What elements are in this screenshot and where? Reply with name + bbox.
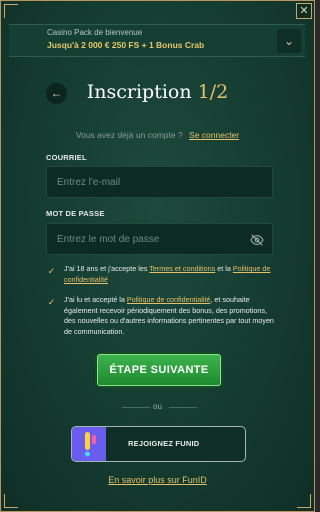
close-icon[interactable]: ✕ [296,3,312,19]
password-field-wrapper [46,223,273,255]
eye-slash-icon[interactable] [250,233,264,247]
next-step-button[interactable]: ÉTAPE SUIVANTE [97,354,221,386]
funid-button-label: REJOIGNEZ FUNID [128,439,200,448]
chevron-down-icon[interactable]: ⌄ [277,29,301,53]
email-label: COURRIEL [46,153,87,162]
marketing-consent-row: ✓ J'ai lu et accepté la Politique de con… [46,295,276,337]
signup-modal: ✕ Casino Pack de bienvenue Jusqu'à 2 000… [0,0,315,512]
password-field[interactable] [47,224,272,254]
login-prompt-row: Vous avez déjà un compte ? Se connecter [1,130,314,140]
funid-logo-icon [72,427,106,461]
or-separator: ou [153,402,162,411]
terms-link[interactable]: Termes et conditions [149,264,215,273]
bonus-subtitle: Casino Pack de bienvenue [47,28,143,37]
funid-learn-more-link[interactable]: En savoir plus sur FunID [1,475,314,485]
join-funid-button[interactable]: REJOIGNEZ FUNID [71,426,246,462]
title-main: Inscription [86,81,192,103]
password-label: MOT DE PASSE [46,209,105,218]
marketing-checkbox[interactable]: ✓ [46,297,57,308]
corner-ornament [4,494,18,508]
title-step: 1/2 [197,81,229,103]
terms-consent-row: ✓ J'ai 18 ans et j'accepte les Termes et… [46,264,276,285]
terms-text-before: J'ai 18 ans et j'accepte les [64,264,148,273]
email-field-wrapper [46,166,273,198]
terms-consent-text: J'ai 18 ans et j'accepte les Termes et c… [64,264,276,285]
corner-ornament [4,4,18,18]
terms-checkbox[interactable]: ✓ [46,266,57,277]
privacy-link-2[interactable]: Politique de confidentialité [127,295,211,304]
divider-right [169,407,197,408]
bonus-offer: Jusqu'à 2 000 € 250 FS + 1 Bonus Crab [47,40,205,50]
marketing-consent-text: J'ai lu et accepté la Politique de confi… [64,295,276,337]
login-link[interactable]: Se connecter [189,130,239,140]
terms-text-mid: et la [217,264,231,273]
marketing-text-before: J'ai lu et accepté la [64,295,125,304]
corner-ornament [297,494,311,508]
welcome-bonus-bar[interactable]: Casino Pack de bienvenue Jusqu'à 2 000 €… [9,24,305,57]
login-prompt: Vous avez déjà un compte ? [75,130,183,140]
email-field[interactable] [47,167,272,197]
page-title: Inscription 1/2 [1,81,314,103]
